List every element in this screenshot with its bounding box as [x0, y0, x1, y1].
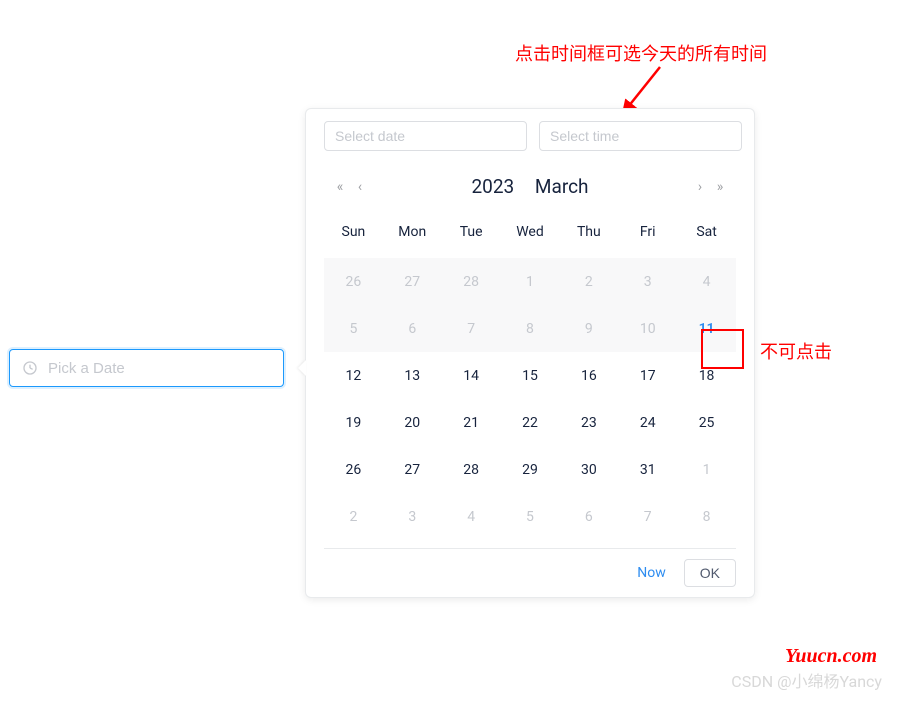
day-cell: 9 — [559, 305, 618, 352]
day-cell[interactable]: 1 — [677, 446, 736, 493]
day-cell[interactable]: 23 — [559, 399, 618, 446]
weekday-label: Tue — [442, 216, 501, 248]
calendar-popup: « ‹ 2023 March › » SunMonTueWedThuFriSat… — [305, 108, 755, 598]
watermark-csdn: CSDN @小绵杨Yancy — [731, 668, 882, 692]
prev-year-button[interactable]: « — [330, 179, 350, 195]
day-cell: 5 — [324, 305, 383, 352]
day-cell: 11 — [677, 305, 736, 352]
day-cell: 3 — [618, 258, 677, 305]
day-cell[interactable]: 28 — [442, 446, 501, 493]
annotation-right-text: 不可点击 — [760, 338, 832, 364]
day-cell[interactable]: 12 — [324, 352, 383, 399]
ok-button[interactable]: OK — [684, 559, 736, 587]
day-cell[interactable]: 30 — [559, 446, 618, 493]
day-cell[interactable]: 2 — [324, 493, 383, 540]
day-cell[interactable]: 4 — [442, 493, 501, 540]
next-year-button[interactable]: » — [710, 179, 730, 195]
day-cell[interactable]: 15 — [501, 352, 560, 399]
prev-month-button[interactable]: ‹ — [350, 179, 370, 195]
day-cell[interactable]: 6 — [559, 493, 618, 540]
day-cell[interactable]: 14 — [442, 352, 501, 399]
next-month-button[interactable]: › — [690, 179, 710, 195]
day-cell[interactable]: 20 — [383, 399, 442, 446]
day-cell[interactable]: 17 — [618, 352, 677, 399]
popup-input-row — [324, 121, 736, 151]
day-cell: 1 — [501, 258, 560, 305]
annotation-top-text: 点击时间框可选今天的所有时间 — [515, 40, 767, 66]
day-cell[interactable]: 25 — [677, 399, 736, 446]
day-cell[interactable]: 5 — [501, 493, 560, 540]
weekday-label: Thu — [559, 216, 618, 248]
day-cell[interactable]: 16 — [559, 352, 618, 399]
month-year-label: 2023 March — [370, 175, 690, 198]
day-cell: 2 — [559, 258, 618, 305]
clock-icon — [22, 360, 38, 376]
select-date-input[interactable] — [324, 121, 527, 151]
weekday-label: Fri — [618, 216, 677, 248]
popup-pointer — [298, 360, 306, 376]
watermark-yuucn: Yuucn.com — [785, 645, 877, 668]
day-cell[interactable]: 7 — [618, 493, 677, 540]
weekday-label: Mon — [383, 216, 442, 248]
day-cell[interactable]: 22 — [501, 399, 560, 446]
month-navigation: « ‹ 2023 March › » — [324, 165, 736, 216]
weekday-header: SunMonTueWedThuFriSat — [324, 216, 736, 248]
now-button[interactable]: Now — [637, 565, 666, 581]
weekday-label: Sat — [677, 216, 736, 248]
day-cell: 28 — [442, 258, 501, 305]
calendar-footer: Now OK — [324, 548, 736, 597]
day-cell: 10 — [618, 305, 677, 352]
date-picker-input[interactable] — [9, 349, 284, 387]
day-cell[interactable]: 8 — [677, 493, 736, 540]
day-cell: 4 — [677, 258, 736, 305]
select-time-input[interactable] — [539, 121, 742, 151]
day-cell: 26 — [324, 258, 383, 305]
month-label[interactable]: March — [535, 175, 589, 198]
day-cell[interactable]: 27 — [383, 446, 442, 493]
weekday-label: Sun — [324, 216, 383, 248]
day-cell: 8 — [501, 305, 560, 352]
day-cell[interactable]: 29 — [501, 446, 560, 493]
year-label[interactable]: 2023 — [471, 175, 514, 198]
days-grid: 2627281234567891011121314151617181920212… — [324, 258, 736, 540]
day-cell[interactable]: 19 — [324, 399, 383, 446]
day-cell[interactable]: 3 — [383, 493, 442, 540]
day-cell[interactable]: 13 — [383, 352, 442, 399]
weekday-label: Wed — [501, 216, 560, 248]
day-cell: 6 — [383, 305, 442, 352]
day-cell[interactable]: 18 — [677, 352, 736, 399]
day-cell[interactable]: 21 — [442, 399, 501, 446]
day-cell[interactable]: 31 — [618, 446, 677, 493]
date-input-field[interactable] — [48, 360, 271, 377]
day-cell[interactable]: 24 — [618, 399, 677, 446]
day-cell[interactable]: 26 — [324, 446, 383, 493]
day-cell: 27 — [383, 258, 442, 305]
day-cell: 7 — [442, 305, 501, 352]
